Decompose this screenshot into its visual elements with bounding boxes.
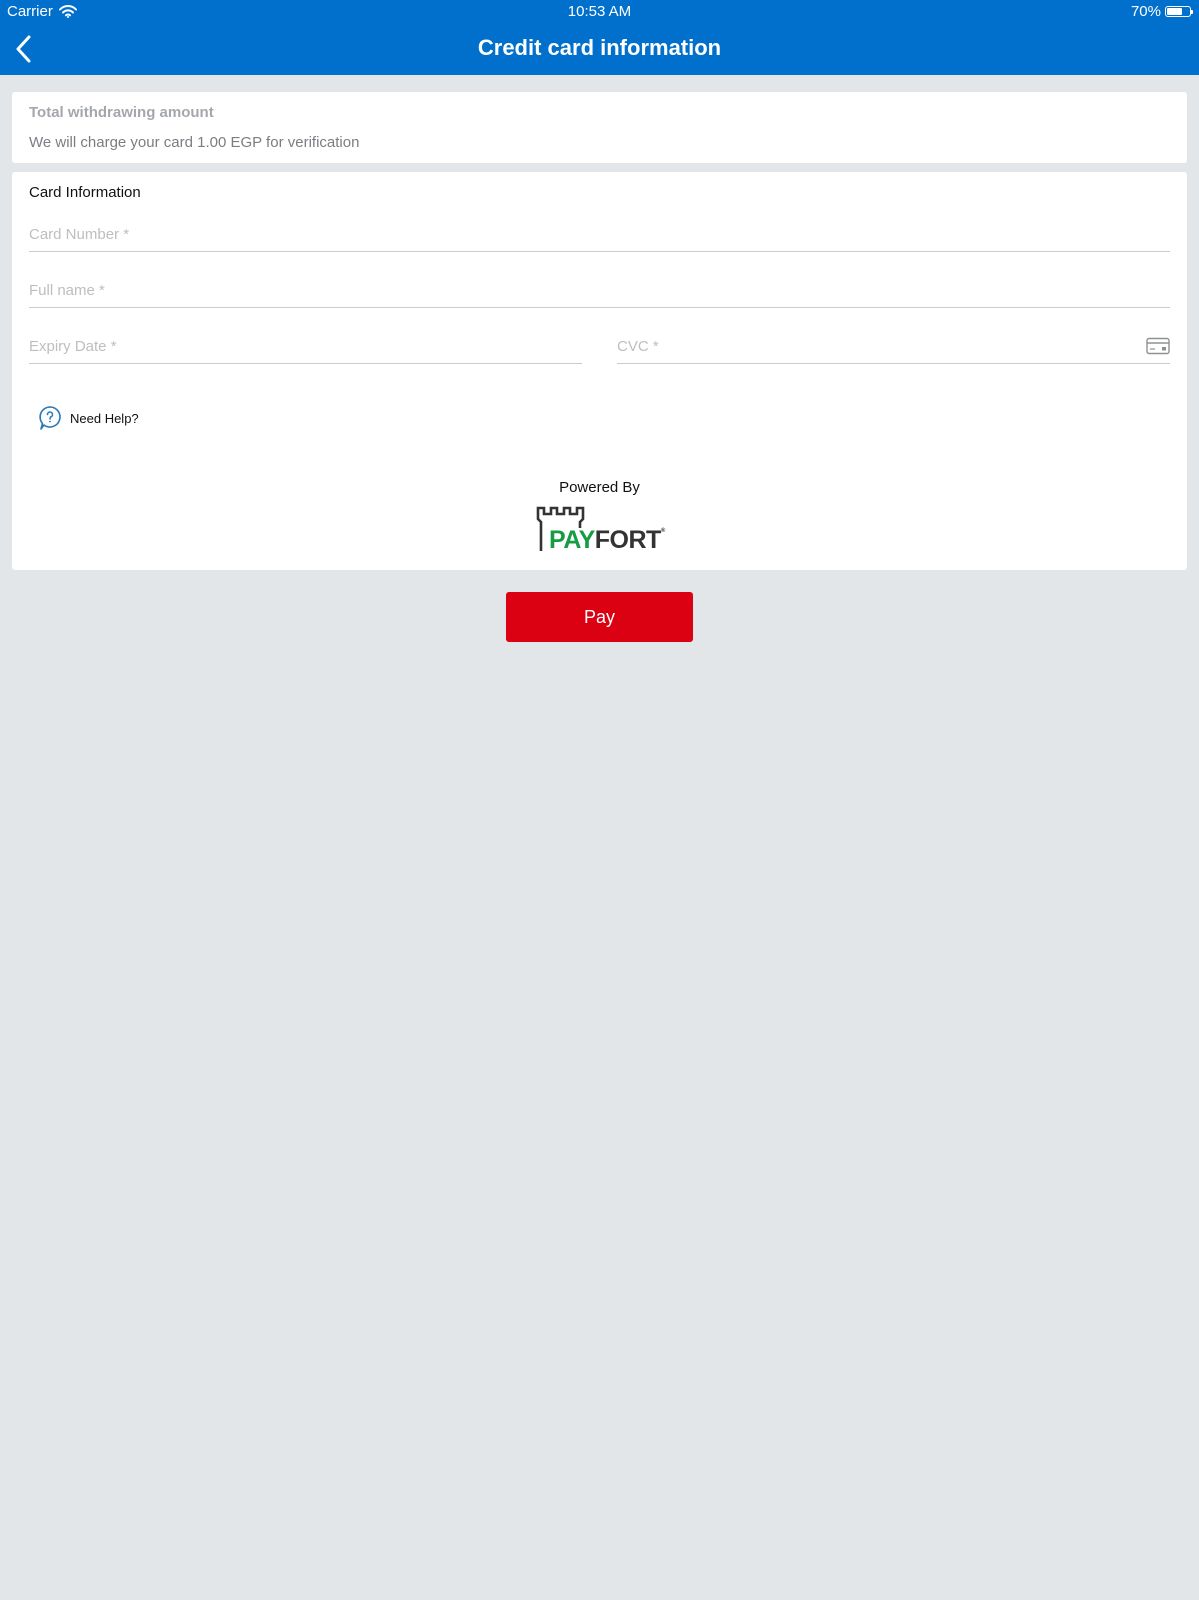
amount-title: Total withdrawing amount <box>29 104 214 121</box>
need-help-label: Need Help? <box>70 410 139 426</box>
card-number-input[interactable] <box>29 218 1170 251</box>
battery-level <box>1167 8 1183 15</box>
need-help-link[interactable]: Need Help? <box>38 405 139 431</box>
wifi-icon <box>58 5 77 18</box>
cvc-input[interactable] <box>617 330 1170 363</box>
full-name-field <box>29 274 1170 308</box>
full-name-input[interactable] <box>29 274 1170 307</box>
carrier-label: Carrier <box>7 3 53 20</box>
battery-icon <box>1165 6 1193 17</box>
payfort-fort-text: FORT <box>594 526 662 554</box>
payfort-wordmark: PAYFORT® <box>549 528 665 553</box>
page-title: Credit card information <box>477 35 722 60</box>
chevron-left-icon <box>16 35 31 63</box>
back-button[interactable] <box>10 33 38 65</box>
expiry-date-input[interactable] <box>29 330 582 363</box>
status-carrier: Carrier <box>7 3 77 20</box>
status-time: 10:53 AM <box>567 3 632 20</box>
amount-description: We will charge your card 1.00 EGP for ve… <box>29 134 360 151</box>
card-info-title: Card Information <box>29 184 141 201</box>
status-battery: 70% <box>1130 3 1193 20</box>
payfort-pay-text: PAY <box>549 526 595 554</box>
registered-mark: ® <box>660 528 665 534</box>
payfort-logo: PAYFORT® <box>536 506 666 556</box>
expiry-date-field <box>29 330 582 364</box>
battery-percent: 70% <box>1130 3 1161 20</box>
credit-card-icon <box>1146 337 1170 355</box>
card-number-field <box>29 218 1170 252</box>
pay-button[interactable]: Pay <box>506 592 693 642</box>
amount-card: Total withdrawing amount We will charge … <box>12 92 1187 163</box>
cvc-field <box>617 330 1170 364</box>
nav-bar: Carrier 10:53 AM 70% Credit card informa… <box>0 0 1199 75</box>
card-information-section: Card Information Need Help? Powered By <box>12 172 1187 570</box>
powered-by-label: Powered By <box>559 479 640 496</box>
help-bubble-icon <box>39 406 61 430</box>
